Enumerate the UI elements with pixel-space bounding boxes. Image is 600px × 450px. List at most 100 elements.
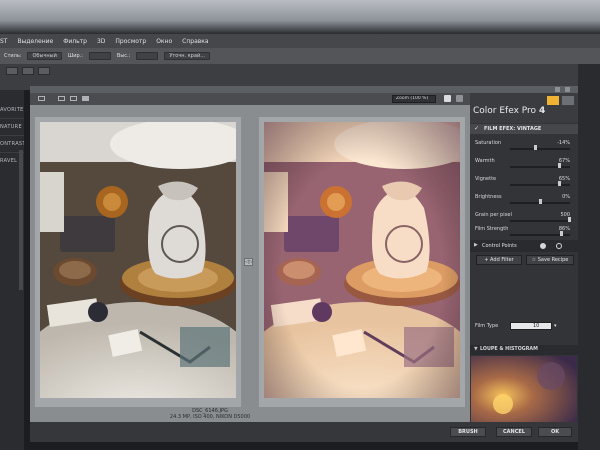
- slider-label: Film Strength: [475, 226, 509, 232]
- slider-label: Warmth: [475, 158, 495, 164]
- slider-track[interactable]: [510, 181, 570, 186]
- split-view-icon[interactable]: [58, 96, 65, 101]
- window-titlebar: [30, 86, 578, 93]
- right-dock: [578, 64, 600, 450]
- slider-track[interactable]: [510, 231, 570, 236]
- control-points-label: Control Points: [482, 243, 517, 249]
- film-type-control: Film Type 10 ▾: [470, 322, 578, 332]
- slider-label: Saturation: [475, 140, 502, 146]
- loupe-label: LOUPE & HISTOGRAM: [480, 347, 538, 352]
- loupe-preview[interactable]: [471, 356, 577, 422]
- slider-knob[interactable]: [557, 181, 561, 186]
- slider-track[interactable]: [510, 163, 570, 168]
- app-title-version: 4: [538, 106, 546, 116]
- save-recipe-button[interactable]: ☆ Save Recipe: [526, 255, 574, 265]
- menu-item-view[interactable]: Просмотр: [115, 38, 146, 45]
- side-by-side-view-icon[interactable]: [70, 96, 77, 101]
- film-type-label: Film Type: [475, 323, 499, 329]
- cancel-button[interactable]: CANCEL: [496, 427, 532, 437]
- app-title-name: Color Efex Pro: [473, 106, 537, 116]
- preview-toolbar: Zoom (100 %): [30, 93, 470, 105]
- style-label: Стиль:: [4, 53, 22, 59]
- collapse-triangle-icon[interactable]: ▼: [474, 347, 478, 352]
- bottom-bar: BRUSH CANCEL OK: [30, 422, 578, 442]
- width-field[interactable]: [88, 52, 111, 60]
- panel-item-nature[interactable]: NATURE: [0, 121, 24, 133]
- panel-header: Color Efex Pro 4: [470, 93, 578, 123]
- after-image: [264, 122, 460, 398]
- slider-value: 0%: [562, 194, 570, 200]
- add-filter-button[interactable]: + Add Filter: [476, 255, 522, 265]
- monitor-bezel: [0, 0, 600, 34]
- before-image: [40, 122, 236, 398]
- split-handle[interactable]: ◁▷: [244, 258, 253, 266]
- menu-item-window[interactable]: Окно: [156, 38, 172, 45]
- color-efex-window: Zoom (100 %) ◁▷ DSC_6146.JPG 24.3 MP, IS…: [30, 86, 578, 442]
- single-view-icon[interactable]: [38, 96, 45, 101]
- chevron-down-icon[interactable]: ▾: [554, 323, 557, 329]
- filter-enable-checkbox[interactable]: ✓: [474, 125, 479, 132]
- slider-knob[interactable]: [558, 163, 562, 168]
- menu-item-select[interactable]: Выделение: [17, 38, 53, 45]
- divider: [0, 118, 24, 119]
- options-bar: Стиль: Обычный Шир.: Выс.: Уточн. край..…: [0, 48, 600, 64]
- nik-logo-icon: [547, 96, 559, 105]
- ok-button[interactable]: OK: [538, 427, 572, 437]
- tool-icon[interactable]: [22, 67, 34, 75]
- remove-control-point-icon[interactable]: [556, 243, 562, 249]
- filter-header[interactable]: ✓ FILM EFEX: VINTAGE: [470, 124, 578, 134]
- slider-knob[interactable]: [560, 231, 564, 236]
- zoom-select[interactable]: Zoom (100 %): [392, 95, 436, 103]
- menu-item-edit[interactable]: ST: [0, 38, 7, 45]
- menu-item-help[interactable]: Справка: [182, 38, 208, 45]
- slider-brightness[interactable]: Brightness 0%: [470, 193, 578, 211]
- expand-triangle-icon[interactable]: ▶: [474, 242, 478, 248]
- scrollbar[interactable]: [19, 150, 23, 290]
- refine-edge-button[interactable]: Уточн. край...: [164, 52, 211, 60]
- close-icon[interactable]: [565, 87, 570, 92]
- minimize-icon[interactable]: [555, 87, 560, 92]
- height-label: Выс.:: [116, 53, 131, 59]
- slider-knob[interactable]: [538, 199, 542, 204]
- tool-icon[interactable]: [38, 67, 50, 75]
- film-type-select[interactable]: 10: [510, 322, 552, 330]
- tool-icon[interactable]: [6, 67, 18, 75]
- filter-name: FILM EFEX: VINTAGE: [484, 126, 542, 132]
- slider-label: Vignette: [475, 176, 497, 182]
- image-metadata: 24.3 MP, ISO 400, NIKON D5000: [169, 414, 251, 420]
- add-control-point-icon[interactable]: [540, 243, 546, 249]
- panel-item-contrast[interactable]: ONTRAST: [0, 138, 24, 150]
- app-title: Color Efex Pro 4: [473, 106, 545, 116]
- style-select[interactable]: Обычный: [27, 52, 62, 60]
- slider-track[interactable]: [510, 145, 570, 150]
- loupe-image: [471, 356, 577, 422]
- preview-canvas: ◁▷ DSC_6146.JPG 24.3 MP, ISO 400, NIKON …: [30, 105, 470, 422]
- menu-item-filter[interactable]: Фильтр: [63, 38, 87, 45]
- slider-label: Brightness: [475, 194, 502, 200]
- slider-track[interactable]: [510, 217, 571, 222]
- width-label: Шир.:: [67, 53, 83, 59]
- slider-track[interactable]: [510, 199, 570, 204]
- background-color-icon[interactable]: [444, 95, 451, 102]
- panel-item-favorites[interactable]: AVORITES: [0, 104, 24, 116]
- control-panel: Color Efex Pro 4 ✓ FILM EFEX: VINTAGE Sa…: [470, 93, 578, 422]
- loupe-header[interactable]: ▼ LOUPE & HISTOGRAM: [470, 345, 578, 355]
- slider-saturation[interactable]: Saturation -14%: [470, 139, 578, 157]
- hand-tool-icon[interactable]: [456, 95, 463, 102]
- compare-view-icon[interactable]: [82, 96, 89, 101]
- slider-knob[interactable]: [567, 217, 571, 222]
- control-points-row[interactable]: ▶ Control Points: [470, 240, 578, 252]
- left-panel: AVORITES NATURE ONTRAST RAVEL: [0, 90, 24, 450]
- height-field[interactable]: [136, 52, 159, 60]
- divider: [0, 135, 24, 136]
- slider-label: Grain per pixel: [475, 212, 512, 218]
- help-icon[interactable]: [562, 96, 574, 105]
- menu-bar: ST Выделение Фильтр 3D Просмотр Окно Спр…: [0, 34, 600, 48]
- slider-vignette[interactable]: Vignette 65%: [470, 175, 578, 193]
- menu-item-3d[interactable]: 3D: [97, 38, 105, 45]
- slider-value: -14%: [557, 140, 570, 146]
- before-photo-illustration: [40, 122, 236, 398]
- slider-warmth[interactable]: Warmth 67%: [470, 157, 578, 175]
- slider-knob[interactable]: [534, 145, 538, 150]
- brush-button[interactable]: BRUSH: [450, 427, 486, 437]
